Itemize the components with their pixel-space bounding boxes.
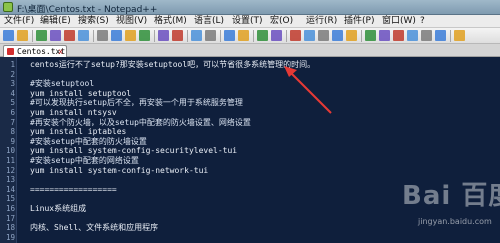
window-title: F:\桌面\Centos.txt - Notepad++: [17, 5, 158, 15]
menu-search[interactable]: 搜索(S): [78, 16, 109, 27]
save-all-icon[interactable]: [50, 30, 61, 41]
baidu-watermark: Bai 百度 jingyan.baidu.com: [396, 165, 500, 239]
sync-h-icon[interactable]: [271, 30, 282, 41]
code-line[interactable]: #可以发现执行setup后不全，再安装一个用于系统服务管理: [30, 98, 243, 107]
line-number: 11: [5, 156, 15, 165]
play-macro-icon[interactable]: [407, 30, 418, 41]
menu-file[interactable]: 文件(F): [4, 16, 34, 27]
menu-format[interactable]: 格式(M): [154, 16, 187, 27]
menu-bar: 文件(F) 编辑(E) 搜索(S) 视图(V) 格式(M) 语言(L) 设置(T…: [0, 15, 500, 28]
line-number: 15: [5, 194, 15, 204]
menu-window[interactable]: 窗口(W): [382, 16, 416, 27]
language-icon[interactable]: [332, 30, 343, 41]
menu-macro[interactable]: 宏(O): [270, 16, 293, 27]
line-number-gutter: 1 2 3 4 5 6 7 8 9 10 11 12 13 14 15 16 17 18 19: [0, 57, 17, 243]
toolbar-separator: [450, 30, 451, 42]
code-line[interactable]: #安装setup中配套的网络设置: [30, 156, 139, 165]
line-number: 19: [5, 232, 15, 242]
watermark-url: jingyan.baidu.com: [418, 217, 492, 226]
code-line[interactable]: yum install setuptool: [30, 89, 131, 98]
code-line[interactable]: yum install system-config-securitylevel-…: [30, 146, 237, 155]
menu-edit[interactable]: 编辑(E): [40, 16, 71, 27]
tab-bar: Centos.txt x: [0, 44, 500, 57]
run-macro-icon[interactable]: [421, 30, 432, 41]
line-number: 9: [10, 136, 15, 146]
toolbar-separator: [220, 30, 221, 42]
code-line[interactable]: 内核、Shell、文件系统和应用程序: [30, 223, 158, 232]
watermark-logo: Bai 百度: [402, 181, 500, 211]
toolbar-separator: [32, 30, 33, 42]
toolbar-separator: [154, 30, 155, 42]
toolbar-separator: [93, 30, 94, 42]
copy-icon[interactable]: [125, 30, 136, 41]
all-chars-icon[interactable]: [304, 30, 315, 41]
indent-guide-icon[interactable]: [318, 30, 329, 41]
line-number: 17: [5, 213, 15, 223]
open-file-icon[interactable]: [17, 30, 28, 41]
code-line[interactable]: #再安装个防火墙，以及setup中配套的防火墙设置、网络设置: [30, 118, 251, 127]
tab-centos-txt[interactable]: Centos.txt x: [3, 45, 67, 57]
toolbar-separator: [361, 30, 362, 42]
word-wrap-icon[interactable]: [290, 30, 301, 41]
line-number: 6: [10, 108, 15, 117]
redo-icon[interactable]: [172, 30, 183, 41]
close-all-icon[interactable]: [78, 30, 89, 41]
line-number: 4: [10, 88, 15, 98]
code-line[interactable]: ==================: [30, 185, 117, 194]
title-bar: F:\桌面\Centos.txt - Notepad++: [0, 0, 500, 15]
replace-icon[interactable]: [205, 30, 216, 41]
line-number: 14: [5, 184, 15, 194]
new-file-icon[interactable]: [3, 30, 14, 41]
menu-language[interactable]: 语言(L): [194, 16, 224, 27]
code-line[interactable]: centos运行不了setup?那安装setuptool吧，可以节省很多系统管理…: [30, 60, 315, 69]
menu-settings[interactable]: 设置(T): [232, 16, 263, 27]
stop-record-icon[interactable]: [393, 30, 404, 41]
paste-icon[interactable]: [139, 30, 150, 41]
close-tab-icon[interactable]: x: [58, 47, 63, 56]
doc-map-icon[interactable]: [346, 30, 357, 41]
line-number: 12: [5, 165, 15, 175]
function-list-icon[interactable]: [365, 30, 376, 41]
document-red-icon: [7, 48, 14, 55]
line-number: 1: [10, 60, 15, 69]
toolbar-separator: [253, 30, 254, 42]
code-line[interactable]: yum install iptables: [30, 127, 126, 136]
cut-icon[interactable]: [111, 30, 122, 41]
find-icon[interactable]: [191, 30, 202, 41]
line-number: 7: [10, 117, 15, 127]
code-line[interactable]: Linux系统组成: [30, 204, 86, 213]
line-number: 13: [5, 175, 15, 185]
menu-view[interactable]: 视图(V): [116, 16, 147, 27]
code-line[interactable]: #安装setup中配套的防火墙设置: [30, 137, 147, 146]
code-line[interactable]: #安装setuptool: [30, 79, 94, 88]
undo-icon[interactable]: [158, 30, 169, 41]
code-line[interactable]: yum install system-config-network-tui: [30, 166, 208, 175]
save-icon[interactable]: [36, 30, 47, 41]
close-icon[interactable]: [64, 30, 75, 41]
toolbar: [0, 28, 500, 44]
zoom-in-icon[interactable]: [224, 30, 235, 41]
line-number: 10: [5, 146, 15, 156]
line-number: 8: [10, 127, 15, 137]
line-number: 16: [5, 204, 15, 213]
toolbar-separator: [187, 30, 188, 42]
line-number: 2: [10, 69, 15, 79]
notepad-plus-plus-icon: [3, 2, 13, 12]
menu-run[interactable]: 运行(R): [306, 16, 337, 27]
menu-help[interactable]: ?: [420, 16, 425, 27]
sync-v-icon[interactable]: [257, 30, 268, 41]
save-macro-icon[interactable]: [435, 30, 446, 41]
zoom-out-icon[interactable]: [238, 30, 249, 41]
line-number: 5: [10, 98, 15, 108]
menu-plugins[interactable]: 插件(P): [344, 16, 374, 27]
line-number: 3: [10, 79, 15, 89]
print-icon[interactable]: [97, 30, 108, 41]
line-number: 18: [5, 223, 15, 233]
code-line[interactable]: yum install ntsysv: [30, 108, 117, 117]
record-macro-icon[interactable]: [379, 30, 390, 41]
toolbar-separator: [286, 30, 287, 42]
spellcheck-icon[interactable]: [454, 30, 465, 41]
